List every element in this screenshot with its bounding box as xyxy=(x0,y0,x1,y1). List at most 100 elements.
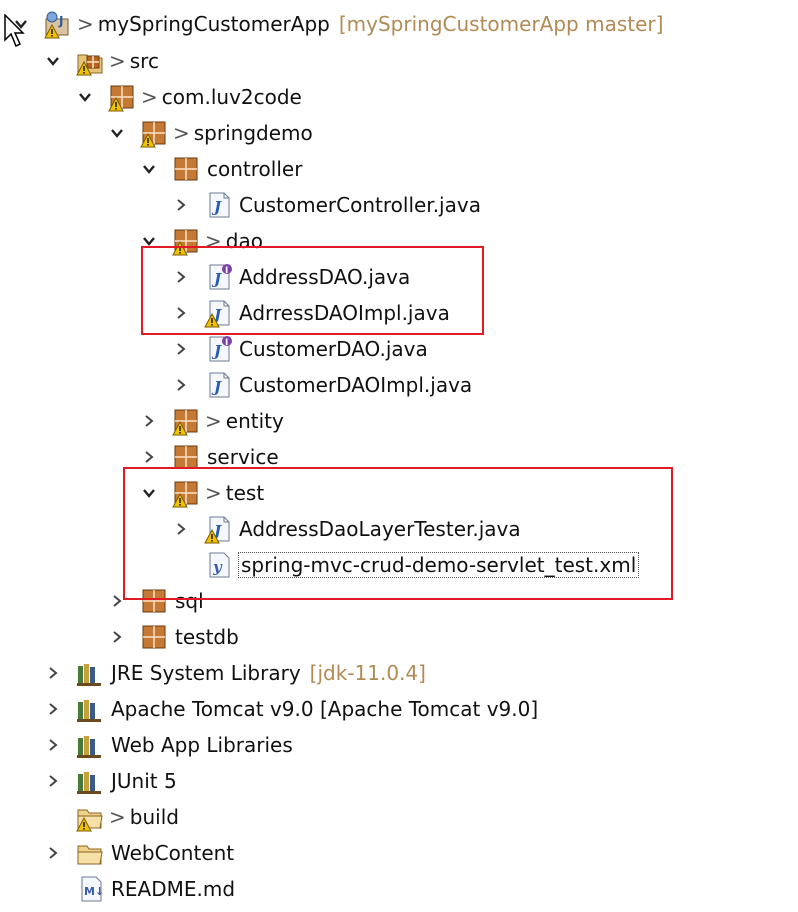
tree-item-label: com.luv2code xyxy=(161,85,302,109)
java-interface-file-icon: JI xyxy=(203,262,233,292)
collapse-arrow-icon[interactable] xyxy=(43,43,63,79)
svg-text:I: I xyxy=(225,338,228,348)
folder-icon xyxy=(75,838,105,868)
tree-item-label: AdrressDAOImpl.java xyxy=(239,301,450,325)
tree-item-label: mySpringCustomerApp xyxy=(97,12,330,36)
tree-item-customerdaoimpl-java[interactable]: J CustomerDAOImpl.java xyxy=(171,367,472,403)
package-icon xyxy=(139,118,169,148)
tree-item-sql[interactable]: sql xyxy=(107,583,204,619)
package-icon xyxy=(171,478,201,508)
package-icon xyxy=(171,442,201,472)
expand-arrow-icon[interactable] xyxy=(139,439,159,475)
tree-item-addressdaolayertester-java[interactable]: J AddressDaoLayerTester.java xyxy=(171,511,521,547)
expand-arrow-icon[interactable] xyxy=(171,295,191,331)
git-dirty-marker: > xyxy=(205,229,222,253)
collapse-arrow-icon[interactable] xyxy=(139,223,159,259)
svg-text:y: y xyxy=(212,558,223,576)
tree-item-label: JRE System Library xyxy=(111,661,301,685)
collapse-arrow-icon[interactable] xyxy=(139,151,159,187)
expand-arrow-icon[interactable] xyxy=(171,511,191,547)
tree-item-label: dao xyxy=(225,229,263,253)
tree-item-label: sql xyxy=(175,589,204,613)
tree-item-label: CustomerController.java xyxy=(239,193,481,217)
git-dirty-marker: > xyxy=(205,409,222,433)
tree-item-web-app-libraries[interactable]: Web App Libraries xyxy=(43,727,293,763)
collapse-arrow-icon[interactable] xyxy=(139,475,159,511)
tree-item-customerdao-java[interactable]: J I CustomerDAO.java xyxy=(171,331,428,367)
tree-item-customercontroller-java[interactable]: J CustomerController.java xyxy=(171,187,481,223)
expand-arrow-icon[interactable] xyxy=(43,727,63,763)
source-folder-icon xyxy=(75,46,105,76)
java-file-icon: J xyxy=(203,514,233,544)
git-dirty-marker: > xyxy=(173,121,190,145)
tree-item-apache-tomcat-v9-0-apache-tomcat-v9-0[interactable]: Apache Tomcat v9.0 [Apache Tomcat v9.0] xyxy=(43,691,538,727)
tree-item-junit-5[interactable]: JUnit 5 xyxy=(43,763,177,799)
expand-arrow-icon[interactable] xyxy=(171,259,191,295)
git-dirty-marker: > xyxy=(109,49,126,73)
tree-item-controller[interactable]: controller xyxy=(139,151,302,187)
tree-item-label: CustomerDAO.java xyxy=(239,337,428,361)
tree-item-label: AddressDAO.java xyxy=(239,265,411,289)
svg-text:J: J xyxy=(58,14,63,28)
tree-item-src[interactable]: > src xyxy=(43,43,159,79)
expand-arrow-icon[interactable] xyxy=(171,367,191,403)
tree-item-label: AddressDaoLayerTester.java xyxy=(239,517,521,541)
tree-item-label: controller xyxy=(207,157,303,181)
package-icon xyxy=(171,154,201,184)
tree-item-label: JUnit 5 xyxy=(111,769,177,793)
collapse-arrow-icon[interactable] xyxy=(107,115,127,151)
java-file-icon: J xyxy=(203,298,233,328)
package-icon xyxy=(107,82,137,112)
tree-item-label: README.md xyxy=(111,877,236,901)
tree-item-test[interactable]: > test xyxy=(139,475,264,511)
package-icon xyxy=(171,406,201,436)
tree-item-label: testdb xyxy=(175,625,239,649)
expand-arrow-icon[interactable] xyxy=(139,403,159,439)
tree-item-adrressdaoimpl-java[interactable]: J AdrressDAOImpl.java xyxy=(171,295,450,331)
expand-arrow-icon[interactable] xyxy=(171,187,191,223)
tree-item-service[interactable]: service xyxy=(139,439,279,475)
tree-item-label: service xyxy=(207,445,279,469)
tree-item-com-luv2code[interactable]: > com.luv2code xyxy=(75,79,302,115)
git-dirty-marker: > xyxy=(77,12,94,36)
tree-item-build[interactable]: > build xyxy=(43,799,179,835)
expand-arrow-icon[interactable] xyxy=(107,619,127,655)
tree-item-label: Apache Tomcat v9.0 [Apache Tomcat v9.0] xyxy=(111,697,539,721)
tree-item-decoration: [jdk-11.0.4] xyxy=(309,661,426,685)
expand-arrow-icon[interactable] xyxy=(43,691,63,727)
xml-file-icon: y xyxy=(203,550,233,580)
java-interface-file-icon: JI xyxy=(203,334,233,364)
tree-item-addressdao-java[interactable]: J I AddressDAO.java xyxy=(171,259,410,295)
tree-item-springdemo[interactable]: > springdemo xyxy=(107,115,313,151)
expand-arrow-icon[interactable] xyxy=(43,763,63,799)
git-dirty-marker: > xyxy=(205,481,222,505)
tree-item-jre-system-library[interactable]: JRE System Library [jdk-11.0.4] xyxy=(43,655,426,691)
tree-item-testdb[interactable]: testdb xyxy=(107,619,239,655)
package-icon xyxy=(171,226,201,256)
expand-arrow-icon[interactable] xyxy=(107,583,127,619)
tree-item-label: WebContent xyxy=(111,841,235,865)
collapse-arrow-icon[interactable] xyxy=(75,79,95,115)
expand-arrow-icon[interactable] xyxy=(43,835,63,871)
tree-item-myspringcustomerapp[interactable]: J > mySpringCustomerApp [mySpringCustomerAp… xyxy=(11,6,663,42)
library-icon xyxy=(75,694,105,724)
tree-item-webcontent[interactable]: WebContent xyxy=(43,835,234,871)
tree-item-readme-md[interactable]: M↓ README.md xyxy=(43,871,235,907)
tree-item-label: springdemo xyxy=(193,121,313,145)
tree-item-entity[interactable]: > entity xyxy=(139,403,284,439)
java-project-icon: J xyxy=(43,9,73,39)
library-icon xyxy=(75,658,105,688)
tree-item-decoration: [mySpringCustomerApp master] xyxy=(338,12,664,36)
tree-item-dao[interactable]: > dao xyxy=(139,223,263,259)
tree-item-label: build xyxy=(129,805,179,829)
expand-arrow-icon[interactable] xyxy=(171,331,191,367)
library-icon xyxy=(75,766,105,796)
tree-item-spring-mvc-crud-demo-servlet-test-xml[interactable]: y spring-mvc-crud-demo-servlet_test.xml xyxy=(171,547,640,583)
expand-arrow-icon[interactable] xyxy=(43,655,63,691)
git-dirty-marker: > xyxy=(109,805,126,829)
package-icon xyxy=(139,586,169,616)
folder-icon xyxy=(75,802,105,832)
tree-item-label: entity xyxy=(225,409,284,433)
